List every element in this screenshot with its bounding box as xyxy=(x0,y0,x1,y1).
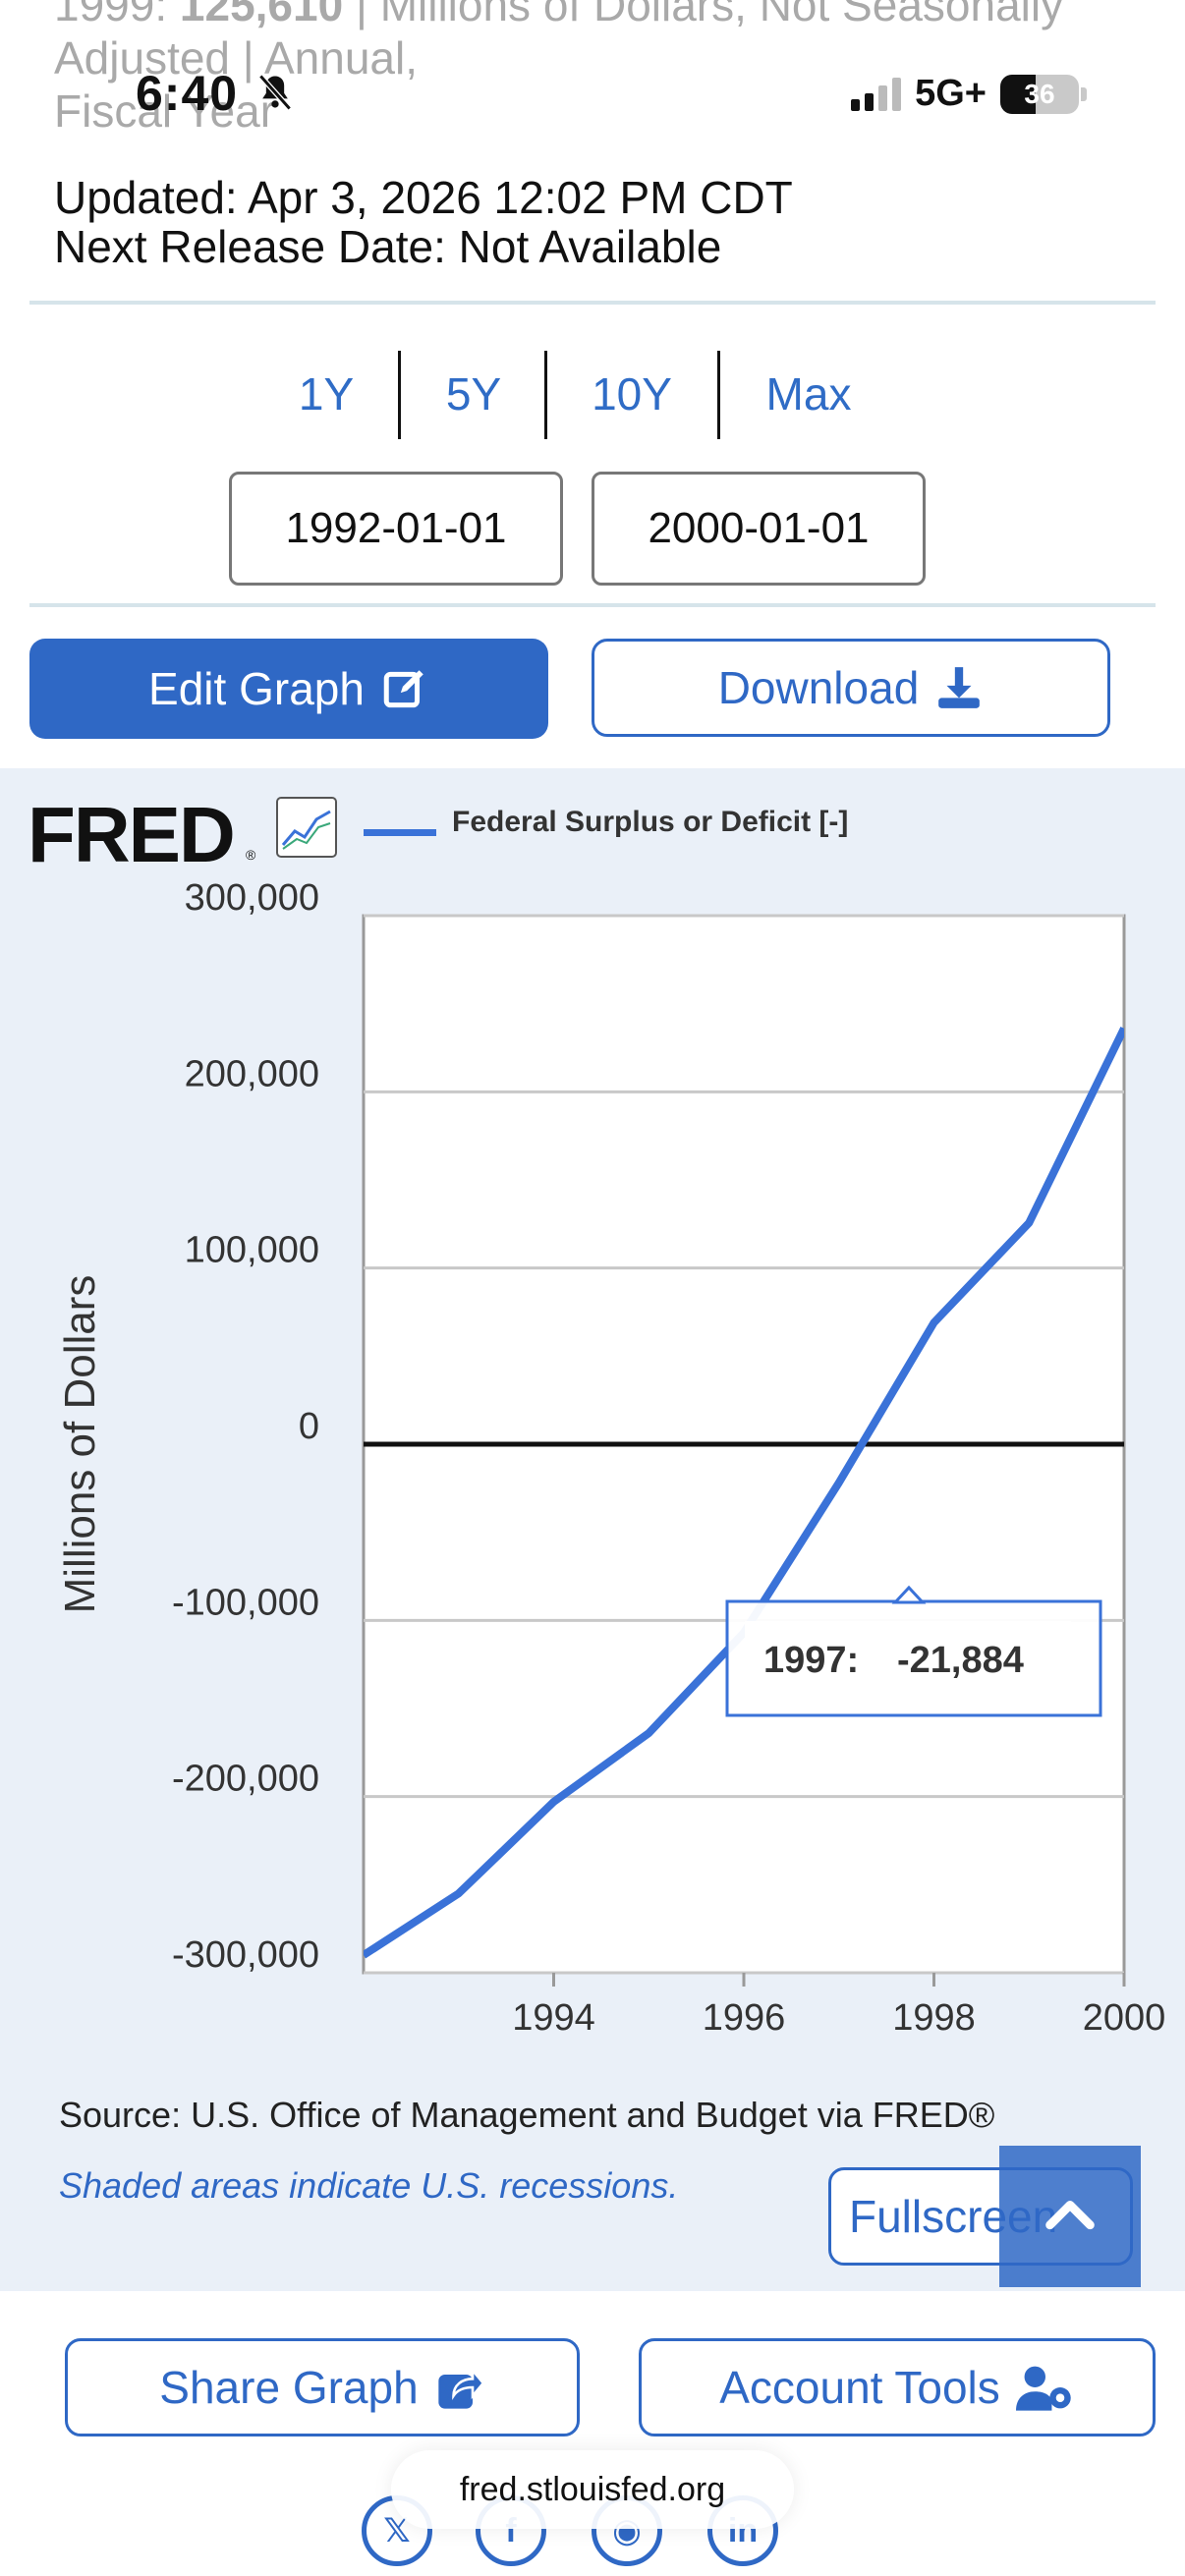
tooltip-value: -21,884 xyxy=(897,1640,1024,1681)
start-date-input[interactable]: 1992-01-01 xyxy=(229,472,563,586)
share-icon xyxy=(438,2367,485,2409)
network-type: 5G+ xyxy=(915,73,987,114)
range-10y-button[interactable]: 10Y xyxy=(568,349,696,439)
tooltip-year: 1997: xyxy=(763,1640,859,1681)
y-tick-label: -100,000 xyxy=(172,1582,319,1623)
download-icon xyxy=(938,667,981,708)
x-tick-label: 1994 xyxy=(512,1997,595,2039)
x-tick-label: 2000 xyxy=(1083,1997,1166,2039)
x-tick-label: 1996 xyxy=(703,1997,786,2039)
y-tick-label: -200,000 xyxy=(172,1759,319,1800)
divider xyxy=(29,301,1156,305)
account-tools-label: Account Tools xyxy=(719,2362,1000,2413)
user-gear-icon xyxy=(1015,2366,1071,2411)
legend-swatch xyxy=(364,829,436,836)
share-graph-label: Share Graph xyxy=(159,2362,419,2413)
date-range-selector: 1Y 5Y 10Y Max xyxy=(0,349,1185,439)
battery-level: 36 xyxy=(1024,78,1055,109)
next-release-date: Next Release Date: Not Available xyxy=(54,221,722,272)
range-max-button[interactable]: Max xyxy=(745,349,873,439)
cellular-signal-icon xyxy=(851,77,902,111)
status-indicators: 5G+ 36 xyxy=(851,73,1087,115)
range-5y-button[interactable]: 5Y xyxy=(415,349,533,439)
y-tick-label: 200,000 xyxy=(185,1053,319,1094)
update-info: Updated: Apr 3, 2026 12:02 PM CDT Next R… xyxy=(54,173,793,271)
chart-line-icon xyxy=(276,797,337,858)
range-1y-button[interactable]: 1Y xyxy=(267,349,385,439)
download-button[interactable]: Download xyxy=(592,639,1110,737)
divider xyxy=(29,603,1156,607)
y-tick-label: 100,000 xyxy=(185,1230,319,1271)
share-graph-button[interactable]: Share Graph xyxy=(65,2338,580,2436)
range-separator xyxy=(544,351,547,439)
y-tick-label: -300,000 xyxy=(172,1934,319,1976)
bell-muted-icon xyxy=(258,74,292,111)
recession-note: Shaded areas indicate U.S. recessions. xyxy=(59,2165,679,2206)
source-note: Source: U.S. Office of Management and Bu… xyxy=(59,2095,995,2135)
registered-mark: ® xyxy=(246,847,256,863)
summary-prefix: 1999: xyxy=(54,0,180,30)
account-tools-button[interactable]: Account Tools xyxy=(639,2338,1156,2436)
range-separator xyxy=(398,351,401,439)
edit-graph-button[interactable]: Edit Graph xyxy=(29,639,548,739)
y-tick-label: 0 xyxy=(299,1406,319,1447)
battery-icon: 36 xyxy=(1000,74,1087,114)
line-chart[interactable]: 300,000 200,000 100,000 0 -100,000 -200,000 -3… xyxy=(0,867,1185,2144)
url-bar[interactable]: fred.stlouisfed.org xyxy=(391,2450,794,2529)
updated-timestamp: Updated: Apr 3, 2026 12:02 PM CDT xyxy=(54,172,793,223)
end-date-input[interactable]: 2000-01-01 xyxy=(592,472,926,586)
summary-units: | Millions of Dollars, Not Seasonally xyxy=(343,0,1064,30)
y-axis-label: Millions of Dollars xyxy=(56,1275,104,1614)
edit-graph-label: Edit Graph xyxy=(148,663,365,714)
scroll-to-top-button[interactable] xyxy=(999,2146,1141,2287)
status-time: 6:40 xyxy=(136,66,239,121)
range-separator xyxy=(717,351,720,439)
edit-icon xyxy=(383,670,423,708)
legend-label[interactable]: Federal Surplus or Deficit [-] xyxy=(452,806,848,839)
download-label: Download xyxy=(717,662,920,713)
summary-latest-value: 125,610 xyxy=(179,0,344,30)
x-tick-label: 1998 xyxy=(892,1997,976,2039)
chevron-up-icon xyxy=(1045,2200,1095,2230)
y-tick-label: 300,000 xyxy=(185,877,319,919)
